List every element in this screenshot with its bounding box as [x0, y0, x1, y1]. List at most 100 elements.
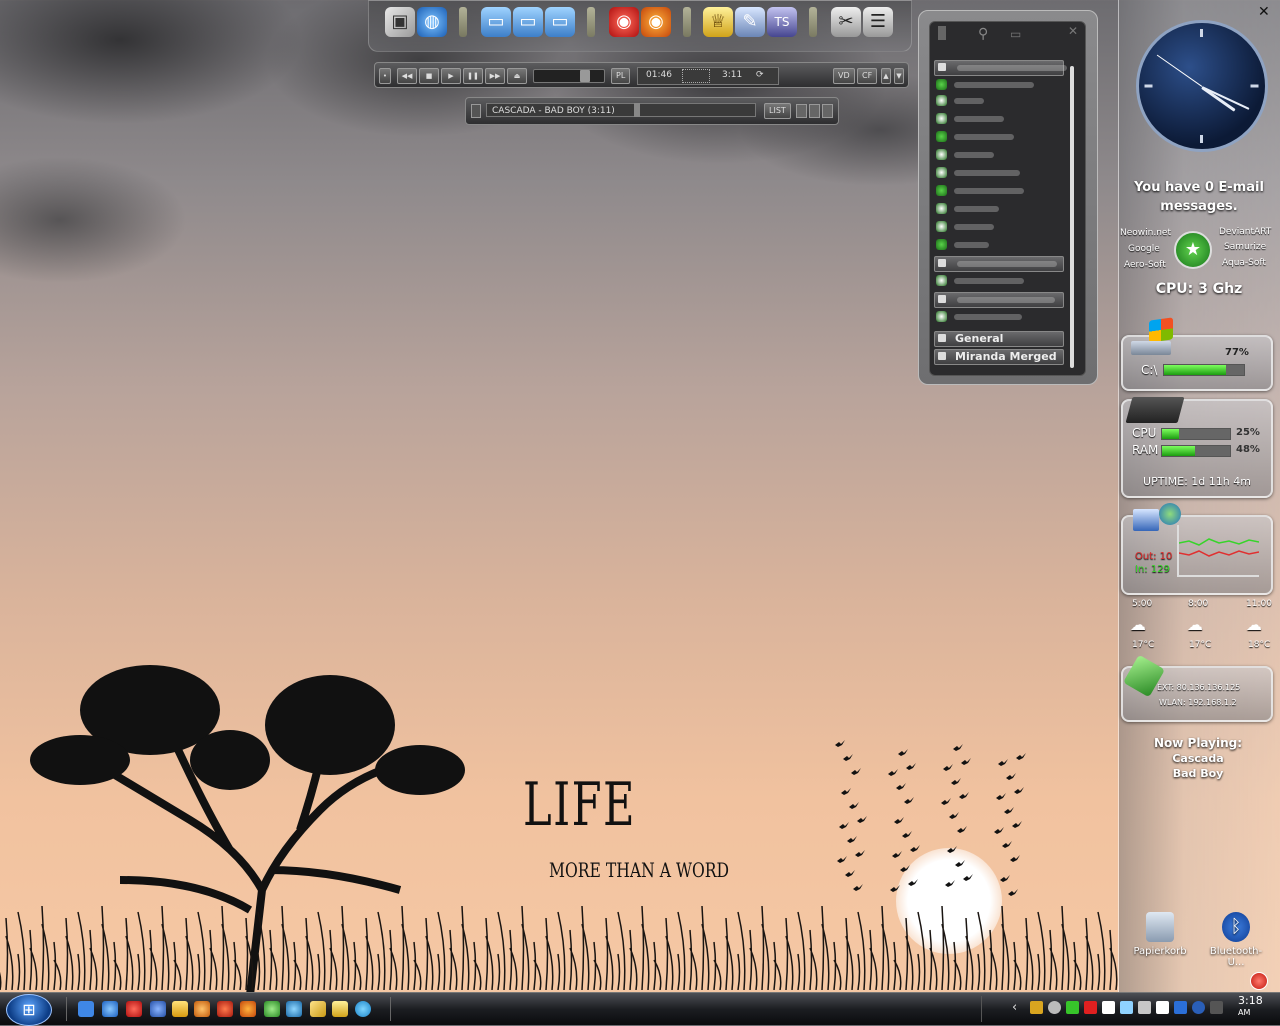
- tray-icon-volume[interactable]: [1048, 1001, 1061, 1014]
- link-neowin[interactable]: Neowin.net: [1120, 228, 1171, 238]
- star-icon[interactable]: ★: [1174, 231, 1212, 269]
- contact-group-header[interactable]: [934, 292, 1064, 308]
- contact-group-general[interactable]: General: [934, 331, 1064, 347]
- track-position-thumb[interactable]: [634, 103, 640, 117]
- contact-row[interactable]: [936, 94, 1064, 108]
- teamspeak-icon[interactable]: TS: [767, 7, 797, 37]
- downloads-folder-icon[interactable]: ▭: [545, 7, 575, 37]
- volume-up-icon[interactable]: ▲: [881, 68, 891, 84]
- contact-row[interactable]: [936, 78, 1064, 92]
- strip-button-2[interactable]: [809, 104, 820, 118]
- firefox-taskbar-icon[interactable]: [240, 1001, 256, 1017]
- network-globe-icon[interactable]: ◍: [417, 7, 447, 37]
- link-aqua-soft[interactable]: Aqua-Soft: [1222, 258, 1266, 268]
- power-icon[interactable]: [1250, 972, 1268, 990]
- seek-thumb[interactable]: [580, 70, 590, 82]
- seek-slider[interactable]: [533, 69, 605, 83]
- tray-icon-teamspeak[interactable]: [1192, 1001, 1205, 1014]
- desktop-icon-recycle-bin[interactable]: Papierkorb: [1130, 912, 1190, 957]
- record-icon[interactable]: [217, 1001, 233, 1017]
- taskbar-clock[interactable]: 3:18 AM: [1238, 995, 1263, 1019]
- close-icon[interactable]: ✕: [1068, 24, 1078, 38]
- collapse-icon[interactable]: [938, 352, 946, 360]
- strip-menu-button[interactable]: [471, 104, 481, 118]
- antivirus-icon[interactable]: [1084, 1001, 1097, 1014]
- winamp-icon[interactable]: [194, 1001, 210, 1017]
- desktop-icon-bluetooth[interactable]: ᛒ Bluetooth-U...: [1206, 912, 1266, 968]
- link-samurize[interactable]: Samurize: [1224, 242, 1266, 252]
- contact-row[interactable]: [936, 220, 1064, 234]
- firefox-icon[interactable]: ◉: [641, 7, 671, 37]
- start-button[interactable]: ⊞: [6, 994, 52, 1026]
- contact-group-miranda-merged[interactable]: Miranda Merged: [934, 349, 1064, 365]
- strip-button-3[interactable]: [822, 104, 833, 118]
- play-icon[interactable]: ▶: [441, 68, 461, 84]
- contact-row[interactable]: [936, 202, 1064, 216]
- tools-wrench-icon[interactable]: ✎: [735, 7, 765, 37]
- link-deviantart[interactable]: DeviantART: [1219, 227, 1271, 237]
- contact-group-header[interactable]: [934, 256, 1064, 272]
- tray-icon-messenger[interactable]: [1156, 1001, 1169, 1014]
- eject-icon[interactable]: ⏏: [507, 68, 527, 84]
- stop-icon[interactable]: ■: [419, 68, 439, 84]
- cf-button[interactable]: CF: [857, 68, 878, 84]
- player-menu-button[interactable]: •: [379, 68, 391, 84]
- skype-icon[interactable]: [355, 1001, 371, 1017]
- link-google[interactable]: Google: [1128, 244, 1160, 254]
- documents-folder-icon[interactable]: ▭: [513, 7, 543, 37]
- notes-icon[interactable]: [310, 1001, 326, 1017]
- media-player-icon[interactable]: [150, 1001, 166, 1017]
- list-button[interactable]: LIST: [764, 103, 791, 119]
- collapse-icon[interactable]: [938, 295, 946, 303]
- wifi-icon[interactable]: [1066, 1001, 1079, 1014]
- messenger-icon[interactable]: ♕: [703, 7, 733, 37]
- computer-icon[interactable]: ▣: [385, 7, 415, 37]
- strip-button-1[interactable]: [796, 104, 807, 118]
- settings-icon[interactable]: ☰: [863, 7, 893, 37]
- tray-icon-settings[interactable]: [1138, 1001, 1151, 1014]
- internet-explorer-icon[interactable]: [102, 1001, 118, 1017]
- contact-group-header[interactable]: [934, 60, 1067, 76]
- network-graph-lines: [1178, 538, 1260, 557]
- playlist-button[interactable]: PL: [611, 68, 631, 84]
- pause-icon[interactable]: ❚❚: [463, 68, 483, 84]
- sidebar-close-icon[interactable]: ✕: [1258, 4, 1270, 20]
- tray-icon-misc[interactable]: [1210, 1001, 1223, 1014]
- contact-row[interactable]: [936, 238, 1064, 252]
- repeat-icon[interactable]: ⟳: [756, 70, 764, 80]
- previous-icon[interactable]: ◀◀: [397, 68, 417, 84]
- opera-browser-icon[interactable]: ◉: [609, 7, 639, 37]
- collapse-icon[interactable]: [938, 63, 946, 71]
- tray-expand-icon[interactable]: ‹: [1012, 1000, 1017, 1015]
- next-icon[interactable]: ▶▶: [485, 68, 505, 84]
- collapse-icon[interactable]: [938, 334, 946, 342]
- clock-app-icon[interactable]: [172, 1001, 188, 1017]
- contact-row[interactable]: [936, 310, 1064, 324]
- volume-down-icon[interactable]: ▼: [894, 68, 904, 84]
- tray-icon-display[interactable]: [1120, 1001, 1133, 1014]
- status-icon[interactable]: ▭: [1010, 27, 1021, 41]
- contact-status-icon: [936, 167, 947, 178]
- contact-row[interactable]: [936, 112, 1064, 126]
- menu-icon[interactable]: [938, 26, 946, 40]
- opera-icon[interactable]: [126, 1001, 142, 1017]
- contact-row[interactable]: [936, 184, 1064, 198]
- xbox-icon[interactable]: [264, 1001, 280, 1017]
- link-aero-soft[interactable]: Aero-Soft: [1124, 260, 1166, 270]
- system-tools-icon[interactable]: ✂: [831, 7, 861, 37]
- folder-icon[interactable]: ▭: [481, 7, 511, 37]
- contact-row[interactable]: [936, 274, 1064, 288]
- search-app-icon[interactable]: [286, 1001, 302, 1017]
- search-icon[interactable]: ⚲: [978, 26, 988, 42]
- tray-icon-network[interactable]: [1102, 1001, 1115, 1014]
- contact-row[interactable]: [936, 166, 1064, 180]
- collapse-icon[interactable]: [938, 259, 946, 267]
- vd-button[interactable]: VD: [833, 68, 855, 84]
- bluetooth-tray-icon[interactable]: [1174, 1001, 1187, 1014]
- contact-list-scrollbar[interactable]: [1070, 66, 1074, 368]
- contact-row[interactable]: [936, 148, 1064, 162]
- tray-icon-pencil[interactable]: [1030, 1001, 1043, 1014]
- show-desktop-icon[interactable]: [78, 1001, 94, 1017]
- messenger-taskbar-icon[interactable]: [332, 1001, 348, 1017]
- contact-row[interactable]: [936, 130, 1064, 144]
